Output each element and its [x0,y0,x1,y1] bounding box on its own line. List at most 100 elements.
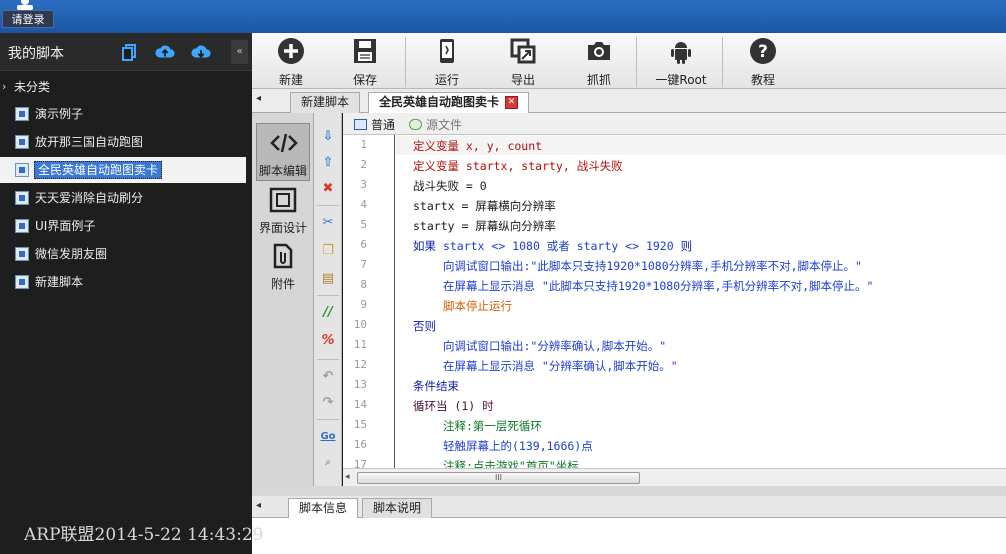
find-icon[interactable]: ⌕ [320,455,336,471]
scrollbar-thumb[interactable]: III [357,472,640,484]
code-line[interactable]: 如果 startx <> 1080 或者 starty <> 1920 则 [413,238,692,254]
code-token: 则 [680,239,693,253]
code-line[interactable]: 注释:第一层死循环 [443,418,542,434]
tutorial-button[interactable]: ? 教程 [736,33,790,89]
document-tab-strip: ◂ 新建脚本 全民英雄自动跑图卖卡 ✕ [252,89,1006,114]
code-line[interactable]: startx = 屏幕横向分辨率 [413,198,556,214]
new-button-label: 新建 [278,73,303,87]
run-button[interactable]: 运行 [420,33,474,89]
horizontal-scrollbar[interactable]: ◂ III [343,468,1006,486]
uncomment-icon[interactable]: % [320,333,336,349]
code-token: starty = 屏幕纵向分辨率 [413,219,556,233]
copy-script-icon[interactable] [120,42,140,62]
script-file-icon [15,135,29,149]
help-icon: ? [750,38,776,64]
tab-scroll-left-icon[interactable]: ◂ [256,93,261,104]
code-line[interactable]: 条件结束 [413,378,459,394]
tab-new-script[interactable]: 新建脚本 [290,92,361,113]
code-line[interactable]: 定义变量 startx, starty, 战斗失败 [413,158,623,174]
line-number: 15 [353,418,367,431]
mode-script-edit[interactable]: 脚本编辑 [256,123,310,181]
script-item[interactable]: UI界面例子 [0,213,252,239]
line-number: 12 [353,358,367,371]
code-line[interactable]: 循环当 (1) 时 [413,398,494,414]
cloud-download-icon[interactable] [191,42,211,62]
paste-icon[interactable]: ▤ [320,271,336,287]
capture-button[interactable]: 抓抓 [572,33,626,89]
android-icon [671,42,691,64]
undo-icon[interactable]: ↶ [320,369,336,385]
tab-script-description[interactable]: 脚本说明 [362,498,433,518]
code-line[interactable]: 在屏幕上显示消息 "此脚本只支持1920*1080分辨率,手机分辨率不对,脚本停… [443,278,873,294]
code-editor[interactable]: 1 2 3 4 5 6 7 8 9 10 11 12 13 14 15 16 17 定义变量 x, y, cou… [343,135,1006,468]
script-item[interactable]: 微信发朋友圈 [0,241,252,267]
code-token: 战斗失败 = 0 [413,179,487,193]
toolbar-divider [636,37,637,87]
code-line[interactable]: 定义变量 x, y, count [413,138,542,154]
scroll-left-icon[interactable]: ◂ [345,472,350,482]
code-line[interactable]: 脚本停止运行 [443,298,512,314]
login-button[interactable]: 请登录 [2,10,54,28]
floppy-icon [354,39,376,63]
code-token: 脚本停止运行 [443,299,512,313]
root-button-label: 一键Root [655,73,707,87]
save-button[interactable]: 保存 [338,33,392,89]
line-number: 16 [353,438,367,451]
script-item[interactable]: 演示例子 [0,101,252,127]
code-line[interactable]: 在屏幕上显示消息 "分辨率确认,脚本开始。" [443,358,678,374]
cloud-upload-icon[interactable] [155,42,175,62]
script-item[interactable]: 新建脚本 [0,269,252,295]
collapse-sidebar-button[interactable]: « [231,40,248,64]
panel-splitter[interactable] [252,486,1006,496]
code-brackets-icon [270,133,298,153]
delete-icon[interactable]: ✖ [320,181,336,197]
toolbar-divider [722,37,723,87]
tab-active-script[interactable]: 全民英雄自动跑图卖卡 ✕ [368,92,530,114]
script-item-label: UI界面例子 [35,219,96,233]
script-item[interactable]: 天天爱消除自动刷分 [0,185,252,211]
code-line[interactable]: starty = 屏幕纵向分辨率 [413,218,556,234]
script-file-icon [15,163,29,177]
goto-line-icon[interactable]: Go [320,429,336,445]
close-icon[interactable]: ✕ [505,96,519,109]
tab-source-view[interactable]: 源文件 [406,116,462,134]
line-number: 11 [353,338,367,351]
copy-icon[interactable]: ❐ [320,243,336,259]
code-token: 注释:第一层死循环 [443,419,542,433]
move-up-icon[interactable]: ⇧ [320,155,336,171]
tab-scroll-left-icon[interactable]: ◂ [256,500,261,511]
code-line[interactable]: 否则 [413,318,436,334]
tree-category-uncategorized[interactable]: › 未分类 [0,74,252,100]
top-bar: 请登录 [0,0,1006,33]
line-number: 2 [360,158,367,171]
code-line[interactable]: 轻触屏幕上的(139,1666)点 [443,438,593,454]
script-file-icon [15,247,29,261]
mode-ui-design[interactable]: 界面设计 [256,181,310,239]
export-button[interactable]: 导出 [496,33,550,89]
script-item[interactable]: 放开那三国自动跑图 [0,129,252,155]
tool-divider [317,205,339,206]
comment-icon[interactable]: // [320,305,336,321]
new-button[interactable]: 新建 [264,33,318,89]
line-number: 7 [360,258,367,271]
save-button-label: 保存 [352,73,377,87]
mode-attachments[interactable]: 附件 [256,237,310,295]
line-number: 13 [353,378,367,391]
code-line[interactable]: 战斗失败 = 0 [413,178,487,194]
code-line[interactable]: 向调试窗口输出:"分辨率确认,脚本开始。" [443,338,666,354]
cut-icon[interactable]: ✂ [320,215,336,231]
code-line[interactable]: 注释:点击游戏"首页"坐标 [443,458,579,468]
tab-script-info[interactable]: 脚本信息 [288,498,359,518]
tab-normal-view[interactable]: 普通 [351,116,395,134]
edit-tool-column: ⇩ ⇧ ✖ ✂ ❐ ▤ // % ↶ ↷ Go ⌕ [314,113,342,489]
script-item-selected[interactable]: 全民英雄自动跑图卖卡 [0,157,246,183]
tab-label: 全民英雄自动跑图卖卡 [379,95,500,109]
code-token: 定义变量 startx, starty, 战斗失败 [413,159,623,173]
move-down-icon[interactable]: ⇩ [320,129,336,145]
code-line[interactable]: 向调试窗口输出:"此脚本只支持1920*1080分辨率,手机分辨率不对,脚本停止… [443,258,862,274]
root-button[interactable]: 一键Root [648,33,714,89]
ui-layout-icon [269,187,297,213]
script-item-label[interactable]: 全民英雄自动跑图卖卡 [34,161,163,179]
redo-icon[interactable]: ↷ [320,395,336,411]
code-token: startx <> 1080 或者 starty <> 1920 [442,239,681,253]
